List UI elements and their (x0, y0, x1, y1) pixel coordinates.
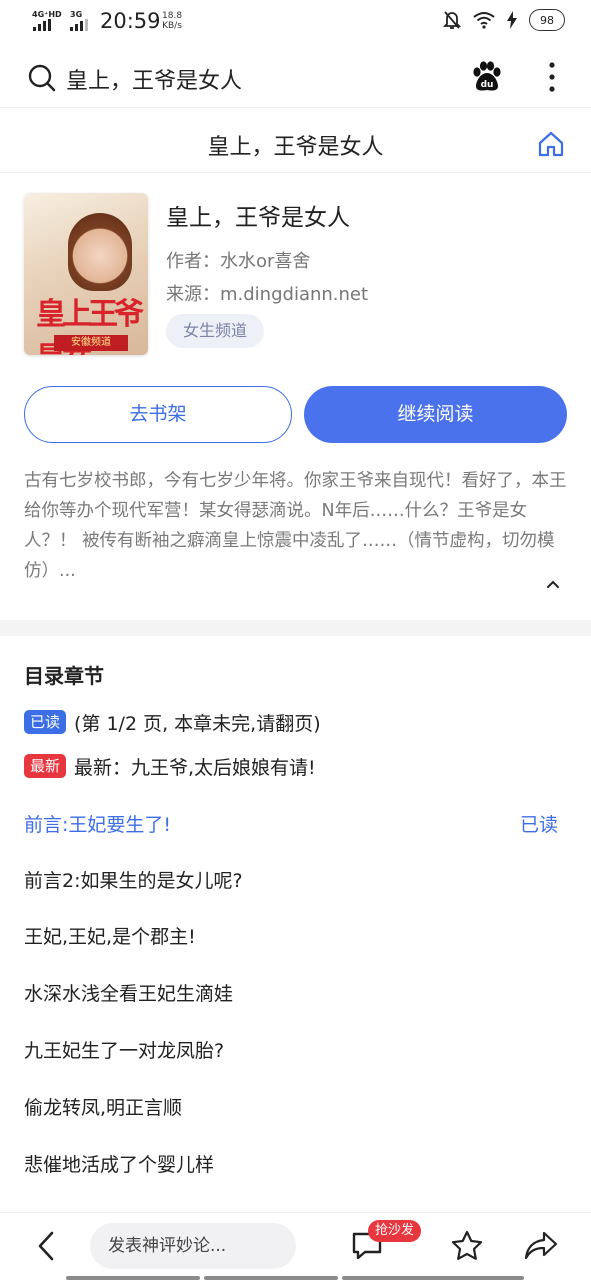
book-title: 皇上，王爷是女人 (166, 205, 350, 231)
book-author: 作者：水水or喜舍 (166, 251, 311, 272)
bottom-toolbar: 发表神评妙论... 抢沙发 (0, 1212, 591, 1280)
latest-badge: 最新 (24, 754, 67, 778)
chapter-read-status: 已读 (519, 814, 558, 836)
search-query[interactable]: 皇上，王爷是女人 (66, 63, 242, 95)
gesture-bar (204, 1276, 338, 1280)
first-comment-badge: 抢沙发 (368, 1220, 422, 1242)
read-badge: 已读 (24, 710, 67, 734)
charging-icon (507, 11, 517, 29)
cover-band: 安徽频道 (54, 335, 128, 351)
search-bar[interactable]: 皇上，王爷是女人 du (0, 46, 591, 108)
go-to-bookshelf-button[interactable]: 去书架 (24, 386, 292, 443)
comment-input[interactable]: 发表神评妙论... (90, 1223, 296, 1269)
chapter-item[interactable]: 王妃,王妃,是个郡主! (24, 922, 196, 949)
cover-portrait (68, 213, 132, 291)
gesture-bar (66, 1276, 200, 1280)
home-icon[interactable] (537, 131, 565, 157)
favorite-star-icon[interactable] (450, 1230, 484, 1262)
latest-chapter-text[interactable]: 最新：九王爷,太后娘娘有请! (74, 753, 316, 780)
chapter-item[interactable]: 水深水浅全看王妃生滴娃 (24, 979, 233, 1006)
wifi-icon (473, 12, 495, 29)
signal-icon-2 (70, 19, 88, 31)
book-cover[interactable]: 皇上王爷是女 安徽频道 (24, 193, 148, 355)
chapter-item[interactable]: 前言:王妃要生了! (24, 810, 171, 837)
category-tag[interactable]: 女生频道 (166, 314, 265, 348)
read-progress-row[interactable]: 已读 (第 1/2 页, 本章未完,请翻页) (24, 708, 321, 736)
svg-text:du: du (481, 80, 494, 90)
share-icon[interactable] (524, 1231, 558, 1261)
more-options-icon[interactable] (542, 60, 562, 94)
status-bar: 4G⁺HD 3G 20:59 18.8 KB/s 98 (0, 0, 591, 46)
gesture-bar (342, 1276, 524, 1280)
book-description: 古有七岁校书郎，今有七岁少年将。你家王爷来自现代！看好了，本王给你等办个现代军营… (24, 471, 567, 581)
page-title: 皇上，王爷是女人 (207, 135, 384, 160)
network-type-label-2: 3G (70, 10, 83, 19)
mute-bell-icon (443, 11, 461, 29)
baidu-paw-icon[interactable]: du (470, 60, 504, 94)
chapter-item[interactable]: 偷龙转凤,明正言顺 (24, 1093, 182, 1120)
book-source: 来源：m.dingdiann.net (166, 284, 369, 305)
network-speed: 18.8 KB/s (162, 11, 182, 31)
clock: 20:59 (100, 9, 161, 33)
chapter-item[interactable]: 前言2:如果生的是女儿呢? (24, 866, 243, 893)
chevron-up-icon[interactable] (545, 578, 561, 590)
continue-reading-button[interactable]: 继续阅读 (304, 386, 567, 443)
back-arrow-icon[interactable] (34, 1230, 58, 1262)
toc-heading: 目录章节 (24, 664, 104, 688)
page-header: 皇上，王爷是女人 (0, 109, 591, 173)
section-divider (0, 620, 591, 636)
signal-icon (33, 19, 51, 31)
chapter-item[interactable]: 九王妃生了一对龙凤胎? (24, 1036, 224, 1063)
latest-chapter-row[interactable]: 最新 最新：九王爷,太后娘娘有请! (24, 752, 316, 780)
battery-indicator: 98 (529, 9, 565, 31)
network-speed-unit: KB/s (162, 21, 182, 31)
chapter-item[interactable]: 悲催地活成了个婴儿样 (24, 1150, 214, 1177)
search-icon[interactable] (28, 64, 56, 92)
network-type-label: 4G⁺HD (32, 10, 62, 19)
read-progress-text[interactable]: (第 1/2 页, 本章未完,请翻页) (74, 709, 321, 736)
network-speed-value: 18.8 (162, 11, 183, 21)
